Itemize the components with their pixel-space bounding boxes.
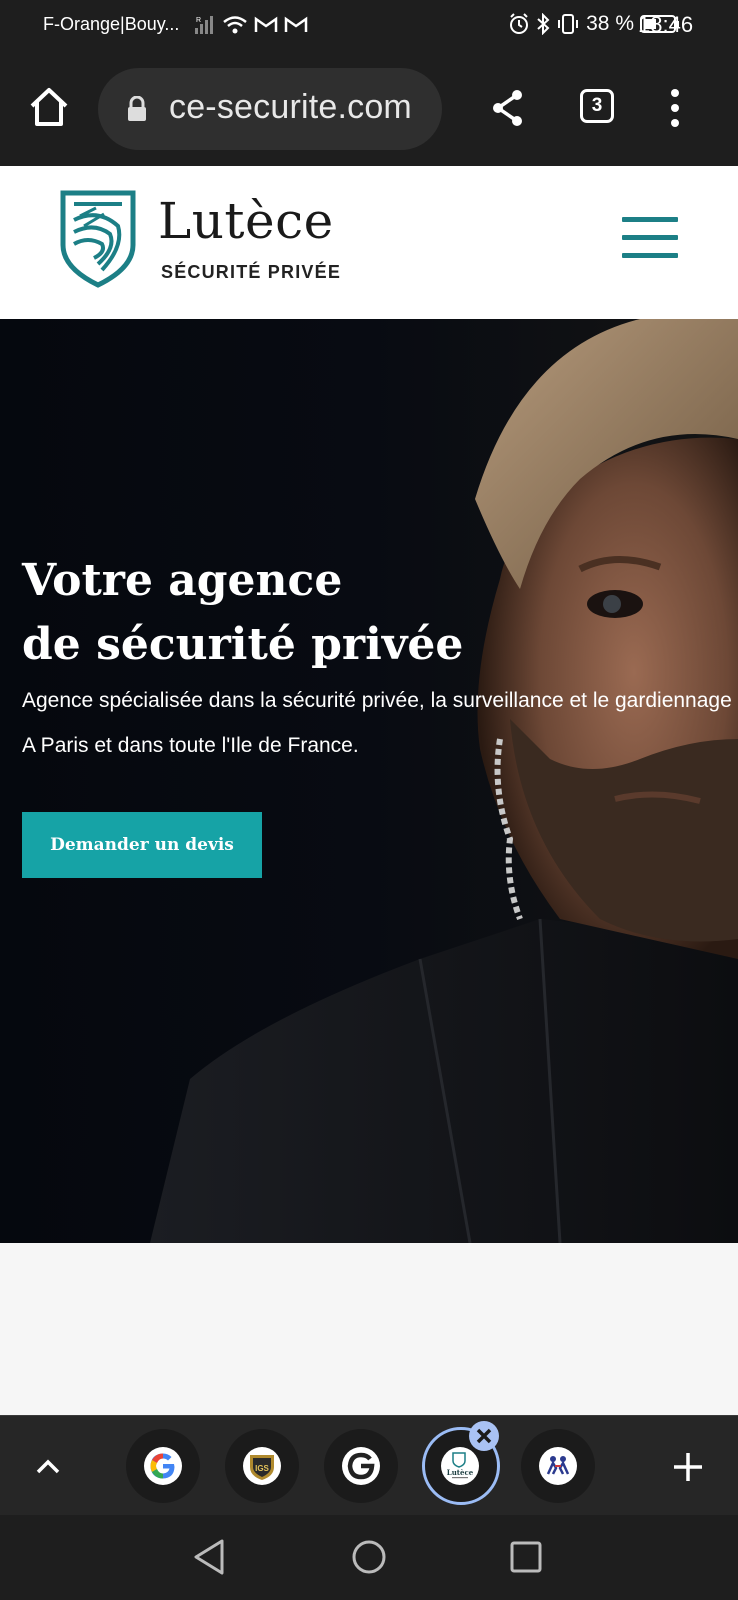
tab-thumb-igs[interactable]: IGS: [225, 1429, 299, 1503]
vibrate-icon: [558, 14, 579, 34]
hero-title-line2: de sécurité privée: [22, 619, 464, 670]
wifi-icon: [223, 16, 247, 34]
tab-switcher-button[interactable]: 3: [580, 89, 614, 123]
hero-title: Votre agence de sécurité privée: [22, 549, 463, 677]
signal-icon: R: [195, 16, 213, 34]
clock: 18:46: [638, 12, 694, 37]
lock-icon: [128, 96, 146, 121]
gmail-icon: [254, 16, 278, 32]
hero-section: Votre agence de sécurité privée Agence s…: [0, 319, 738, 1243]
svg-text:IGS: IGS: [255, 1464, 269, 1473]
chevron-up-icon[interactable]: [32, 1450, 64, 1482]
svg-text:R: R: [196, 17, 201, 24]
new-tab-icon[interactable]: [672, 1451, 704, 1483]
address-bar[interactable]: ce-securite.com: [98, 68, 442, 150]
tab-thumb-google[interactable]: [126, 1429, 200, 1503]
status-icons-left: R: [194, 10, 308, 40]
security-guard-photo: [150, 319, 738, 1243]
tab-strip: IGS Lutèce: [0, 1415, 738, 1516]
browser-toolbar: ce-securite.com 3: [0, 56, 738, 166]
battery-percent: 38 %: [586, 12, 634, 35]
hero-title-line1: Votre agence: [22, 555, 343, 606]
request-quote-button[interactable]: Demander un devis: [22, 812, 262, 878]
tab-thumb-people[interactable]: [521, 1429, 595, 1503]
carrier-name: F-Orange|Bouy...: [43, 14, 180, 34]
recents-icon[interactable]: [509, 1540, 543, 1574]
logo-title: Lutèce: [158, 192, 334, 250]
status-bar: F-Orange|Bouy... R 38 % 18:46: [0, 0, 738, 56]
hero-location: A Paris et dans toute l'Ile de France.: [22, 734, 359, 757]
igs-shield-icon: IGS: [250, 1455, 274, 1480]
url-text: ce-securite.com: [169, 88, 412, 126]
tab-thumb-g[interactable]: [324, 1429, 398, 1503]
share-icon[interactable]: [490, 88, 526, 128]
back-icon[interactable]: [192, 1538, 226, 1576]
system-navigation-bar: [0, 1515, 738, 1600]
page-content-area: [0, 1243, 738, 1415]
logo-subtitle: SÉCURITÉ PRIVÉE: [161, 262, 342, 282]
hero-description: Agence spécialisée dans la sécurité priv…: [22, 689, 732, 712]
overflow-menu-icon[interactable]: [670, 88, 680, 128]
people-icon: [546, 1456, 570, 1475]
hamburger-menu-icon[interactable]: [622, 217, 678, 259]
home-nav-icon[interactable]: [350, 1538, 388, 1576]
lutece-shield-icon[interactable]: [60, 190, 136, 288]
bluetooth-icon: [537, 13, 550, 35]
g-logo-icon: [347, 1452, 375, 1480]
site-header: Lutèce SÉCURITÉ PRIVÉE: [0, 166, 738, 319]
close-tab-icon[interactable]: [469, 1421, 499, 1451]
google-g-icon: [150, 1453, 175, 1479]
home-icon[interactable]: [26, 84, 72, 130]
gmail-icon-2: [284, 16, 308, 32]
alarm-icon: [510, 13, 529, 34]
